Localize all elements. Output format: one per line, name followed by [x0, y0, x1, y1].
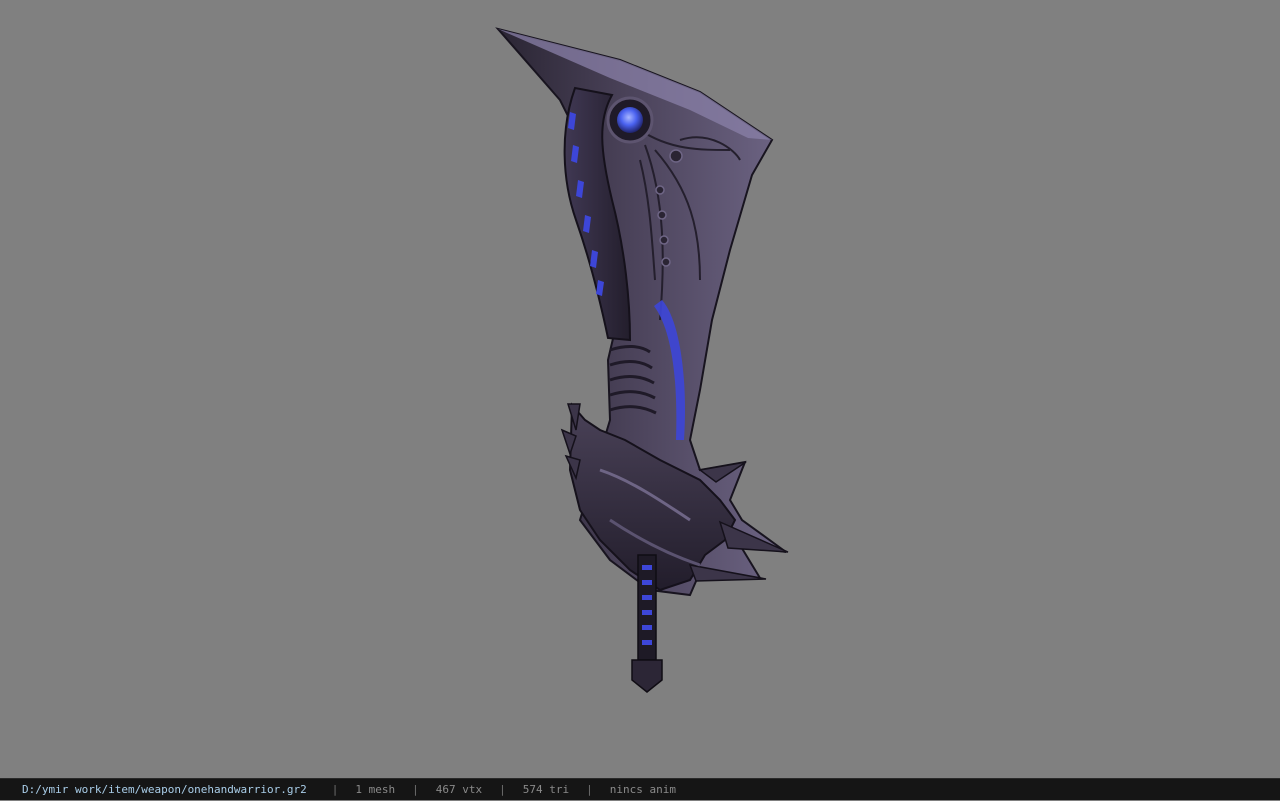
separator: |: [412, 782, 419, 796]
orb-gem: [617, 107, 643, 133]
mesh-count: 1 mesh: [355, 782, 396, 796]
status-bar: D:/ymir work/item/weapon/onehandwarrior.…: [0, 778, 1280, 800]
weapon-model: [495, 27, 789, 693]
animation-status: nincs anim: [609, 782, 676, 796]
model-viewport[interactable]: [0, 0, 1280, 778]
file-path: D:/ymir work/item/weapon/onehandwarrior.…: [22, 782, 307, 796]
triangle-count: 574 tri: [522, 782, 570, 796]
separator: |: [586, 782, 593, 796]
separator: |: [331, 782, 339, 796]
separator: |: [499, 782, 506, 796]
pommel: [631, 659, 663, 693]
vertex-count: 467 vtx: [435, 782, 483, 796]
